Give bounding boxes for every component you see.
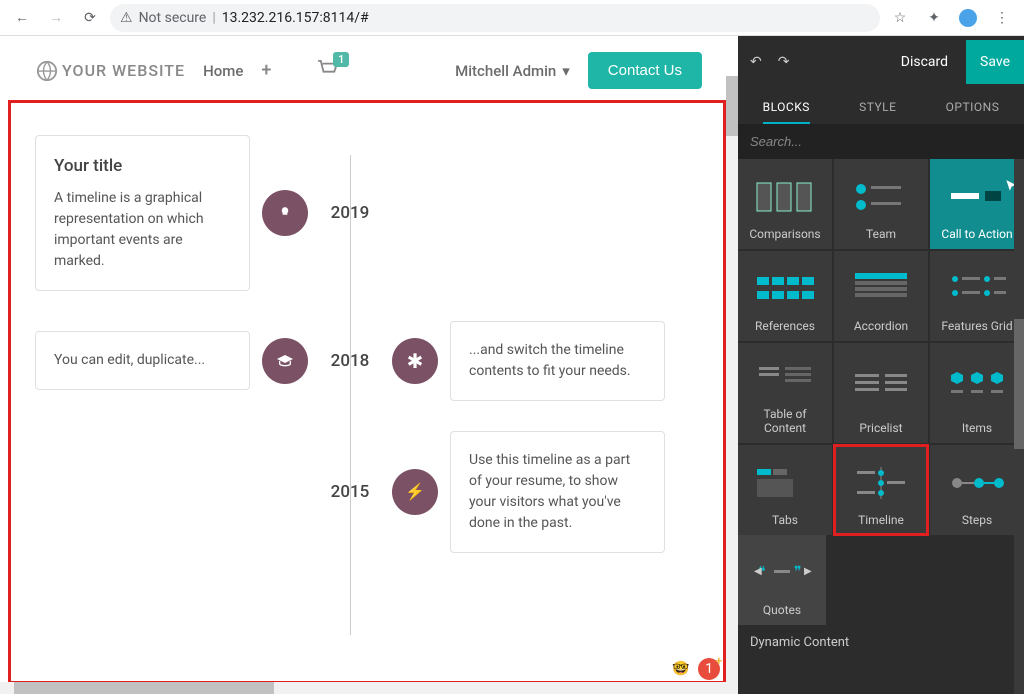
- timeline-dot[interactable]: [262, 190, 308, 236]
- site-name: YOUR WEBSITE: [62, 61, 185, 80]
- editor-canvas: YOUR WEBSITE Home + 1 Mitchell Admin ▾ C…: [0, 36, 738, 694]
- user-dropdown[interactable]: Mitchell Admin ▾: [455, 62, 570, 80]
- contact-us-button[interactable]: Contact Us: [588, 52, 702, 89]
- timeline-card[interactable]: You can edit, duplicate...: [35, 331, 250, 390]
- timeline-block[interactable]: Your title A timeline is a graphical rep…: [0, 105, 738, 665]
- block-steps[interactable]: Steps: [930, 445, 1024, 535]
- extensions-icon[interactable]: ✦: [920, 4, 948, 32]
- bulb-icon: [278, 206, 292, 220]
- globe-icon: [36, 60, 58, 82]
- save-button[interactable]: Save: [966, 40, 1024, 84]
- browser-chrome: ← → ⟳ ⚠ Not secure | 13.232.216.157:8114…: [0, 0, 1024, 36]
- block-features-grid[interactable]: Features Grid: [930, 251, 1024, 341]
- block-items[interactable]: Items: [930, 343, 1024, 443]
- timeline-card[interactable]: ...and switch the timeline contents to f…: [450, 321, 665, 401]
- block-pricelist[interactable]: Pricelist: [834, 343, 928, 443]
- timeline-dot[interactable]: [262, 338, 308, 384]
- timeline-card-text: A timeline is a graphical representation…: [54, 188, 231, 272]
- svg-text:▶: ▶: [804, 566, 812, 577]
- asterisk-icon: ✱: [407, 349, 424, 373]
- nav-home[interactable]: Home: [203, 62, 243, 80]
- overlay-badges: 🤓 1: [670, 658, 720, 680]
- block-tabs[interactable]: Tabs: [738, 445, 832, 535]
- search-input[interactable]: [738, 124, 1024, 159]
- timeline-card[interactable]: Your title A timeline is a graphical rep…: [35, 135, 250, 291]
- site-header: YOUR WEBSITE Home + 1 Mitchell Admin ▾ C…: [0, 36, 738, 105]
- bolt-icon: ⚡: [405, 482, 425, 501]
- cap-icon: [277, 355, 293, 367]
- timeline-card-title: Your title: [54, 154, 231, 180]
- canvas-hscroll[interactable]: [0, 682, 738, 694]
- forward-button[interactable]: →: [42, 4, 70, 32]
- tab-options[interactable]: OPTIONS: [946, 100, 1000, 124]
- timeline-card-text: You can edit, duplicate...: [54, 350, 231, 371]
- block-table-of-content[interactable]: Table of Content: [738, 343, 832, 443]
- timeline-line: [350, 155, 351, 635]
- svg-text:◀: ◀: [754, 566, 762, 577]
- back-button[interactable]: ←: [8, 4, 36, 32]
- block-references[interactable]: References: [738, 251, 832, 341]
- timeline-card[interactable]: Use this timeline as a part of your resu…: [450, 431, 665, 553]
- timeline-dot[interactable]: ✱: [392, 338, 438, 384]
- user-name: Mitchell Admin: [455, 62, 556, 80]
- redo-icon[interactable]: ↷: [778, 54, 790, 70]
- panel-vscroll[interactable]: [1014, 159, 1024, 694]
- bookmark-star-icon[interactable]: ☆: [886, 4, 914, 32]
- block-comparisons[interactable]: Comparisons: [738, 159, 832, 249]
- block-accordion[interactable]: Accordion: [834, 251, 928, 341]
- notification-badge[interactable]: 1: [698, 658, 720, 680]
- timeline-card-text: Use this timeline as a part of your resu…: [469, 450, 646, 534]
- reload-button[interactable]: ⟳: [76, 4, 104, 32]
- cart-badge: 1: [333, 52, 349, 67]
- warning-icon: ⚠: [120, 10, 133, 26]
- svg-text:❞: ❞: [794, 564, 802, 580]
- add-page-icon[interactable]: +: [261, 60, 271, 81]
- site-logo[interactable]: YOUR WEBSITE: [36, 60, 185, 82]
- timeline-dot[interactable]: ⚡: [392, 469, 438, 515]
- tab-style[interactable]: STYLE: [859, 100, 896, 124]
- cart-icon[interactable]: 1: [317, 60, 339, 82]
- timeline-card-text: ...and switch the timeline contents to f…: [469, 340, 646, 382]
- extension-circle-icon[interactable]: [954, 4, 982, 32]
- browser-menu-icon[interactable]: ⋮: [988, 4, 1016, 32]
- separator: |: [212, 10, 215, 26]
- not-secure-label: Not secure: [139, 10, 207, 26]
- block-team[interactable]: Team: [834, 159, 928, 249]
- block-timeline[interactable]: Timeline: [834, 445, 928, 535]
- undo-icon[interactable]: ↶: [750, 54, 762, 70]
- block-quotes[interactable]: ❝❞◀▶Quotes: [738, 535, 826, 625]
- canvas-vscroll[interactable]: [726, 76, 738, 694]
- editor-panel: ↶ ↷ Discard Save BLOCKS STYLE OPTIONS Co…: [738, 36, 1024, 694]
- tab-blocks[interactable]: BLOCKS: [763, 100, 810, 124]
- chevron-down-icon: ▾: [562, 62, 570, 80]
- discard-button[interactable]: Discard: [889, 46, 960, 78]
- section-dynamic-content: Dynamic Content: [738, 625, 1024, 660]
- url-bar[interactable]: ⚠ Not secure | 13.232.216.157:8114/#: [110, 4, 880, 32]
- emoji-badge[interactable]: 🤓: [670, 658, 692, 680]
- url-text: 13.232.216.157:8114/#: [222, 10, 369, 26]
- block-call-to-action[interactable]: Call to Action: [930, 159, 1024, 249]
